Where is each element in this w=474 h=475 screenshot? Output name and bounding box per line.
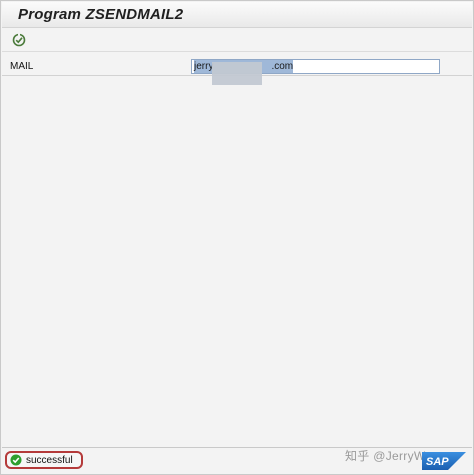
mail-value-prefix: jerry [194,61,214,72]
redaction-overlay [212,62,262,85]
title-bar: Program ZSENDMAIL2 [2,2,472,28]
mail-parameter-row: MAIL jerry .com [2,59,472,85]
execute-button[interactable] [10,31,28,48]
status-text: successful [26,454,73,466]
selection-screen: MAIL jerry .com [2,52,472,445]
mail-label: MAIL [10,61,34,72]
execute-icon [12,33,26,46]
check-circle-icon [10,454,22,466]
sap-logo: SAP [422,452,466,470]
status-message[interactable]: successful [5,451,83,469]
program-window: Program ZSENDMAIL2 MAIL jerry .com succes [0,0,474,475]
svg-text:SAP: SAP [426,456,449,468]
application-toolbar [2,28,472,52]
program-title: Program ZSENDMAIL2 [18,6,184,23]
mail-value-suffix: .com [271,61,294,72]
